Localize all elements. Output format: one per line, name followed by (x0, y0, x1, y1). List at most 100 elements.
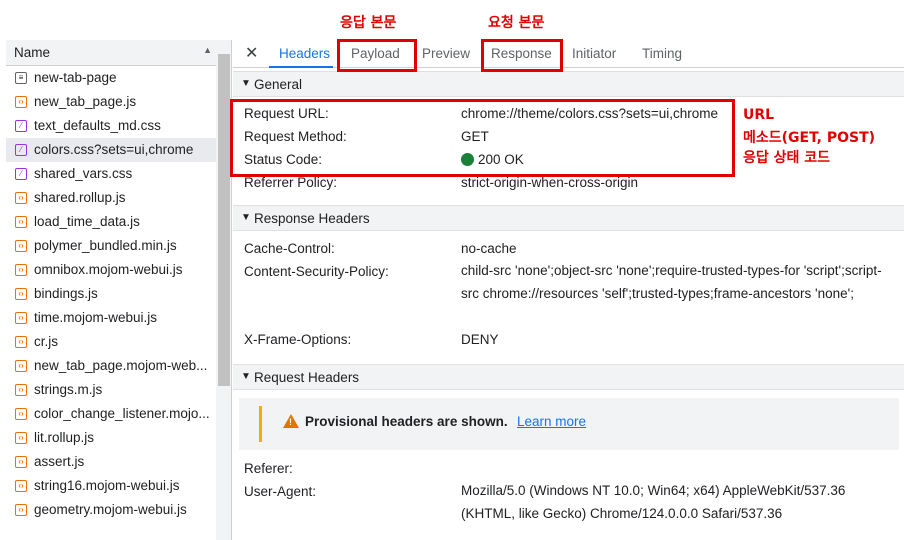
referrer-policy-key: Referrer Policy: (244, 175, 338, 190)
request-headers-title: Request Headers (254, 370, 360, 385)
file-name: assert.js (34, 454, 85, 469)
list-item[interactable]: ‹› new_tab_page.js (6, 90, 216, 114)
tab-headers[interactable]: Headers (279, 46, 330, 61)
tab-initiator[interactable]: Initiator (572, 46, 616, 61)
file-name: shared.rollup.js (34, 190, 126, 205)
triangle-down-icon: ▼ (241, 371, 251, 382)
provisional-headers-notice: ! Provisional headers are shown. Learn m… (239, 398, 899, 450)
x-frame-options-value: DENY (461, 332, 499, 347)
file-name: lit.rollup.js (34, 430, 95, 445)
list-item[interactable]: ‹› time.mojom-webui.js (6, 306, 216, 330)
list-item[interactable]: ‹› string16.mojom-webui.js (6, 474, 216, 498)
list-item[interactable]: ‹› cr.js (6, 330, 216, 354)
document-icon: ≡ (15, 72, 27, 84)
list-item[interactable]: ‹› omnibox.mojom-webui.js (6, 258, 216, 282)
csp-value: child-src 'none';object-src 'none';requi… (461, 263, 882, 301)
sort-up-icon[interactable]: ▲ (203, 45, 212, 55)
request-list-panel: Name ▲ ≡ new-tab-page ‹› new_tab_page.js ⁄ te… (6, 40, 232, 540)
referrer-policy-value: strict-origin-when-cross-origin (461, 175, 639, 190)
file-name: cr.js (34, 334, 59, 349)
request-url-value: chrome://theme/colors.css?sets=ui,chrome (461, 106, 718, 121)
file-list: ≡ new-tab-page ‹› new_tab_page.js ⁄ text_defa… (6, 66, 216, 522)
annotation-response-body: 응답 본문 (340, 15, 397, 31)
name-column-header[interactable]: Name ▲ (6, 40, 216, 66)
tab-preview[interactable]: Preview (422, 46, 470, 61)
list-item[interactable]: ‹› polymer_bundled.min.js (6, 234, 216, 258)
list-item[interactable]: ‹› color_change_listener.mojo... (6, 402, 216, 426)
list-item[interactable]: ‹› load_time_data.js (6, 210, 216, 234)
tab-payload[interactable]: Payload (351, 46, 400, 61)
file-name: colors.css?sets=ui,chrome (34, 142, 194, 157)
cache-control-key: Cache-Control: (244, 241, 335, 256)
script-icon: ‹› (15, 216, 27, 228)
learn-more-link[interactable]: Learn more (517, 414, 586, 429)
tab-response[interactable]: Response (491, 46, 552, 61)
triangle-down-icon: ▼ (241, 212, 251, 223)
list-item[interactable]: ‹› bindings.js (6, 282, 216, 306)
cache-control-value: no-cache (461, 241, 517, 256)
file-name: geometry.mojom-webui.js (34, 502, 187, 517)
file-name: bindings.js (34, 286, 98, 301)
list-item[interactable]: ‹› strings.m.js (6, 378, 216, 402)
file-name: polymer_bundled.min.js (34, 238, 177, 253)
annotation-method: 메소드(GET, POST) (743, 130, 876, 146)
script-icon: ‹› (15, 264, 27, 276)
stylesheet-icon: ⁄ (15, 168, 27, 180)
provisional-headers-text: Provisional headers are shown. (305, 414, 508, 429)
general-section-header[interactable]: ▼ General (233, 71, 904, 97)
user-agent-value: Mozilla/5.0 (Windows NT 10.0; Win64; x64… (461, 483, 846, 521)
file-name: shared_vars.css (34, 166, 133, 181)
script-icon: ‹› (15, 360, 27, 372)
request-url-key: Request URL: (244, 106, 329, 121)
file-name: string16.mojom-webui.js (34, 478, 180, 493)
file-name: omnibox.mojom-webui.js (34, 262, 183, 277)
csp-key: Content-Security-Policy: (244, 264, 389, 279)
user-agent-key: User-Agent: (244, 484, 317, 499)
file-name: time.mojom-webui.js (34, 310, 158, 325)
script-icon: ‹› (15, 240, 27, 252)
file-name: load_time_data.js (34, 214, 140, 229)
request-detail-panel: ✕ Headers Payload Preview Response Initi… (233, 40, 904, 540)
list-item[interactable]: ‹› geometry.mojom-webui.js (6, 498, 216, 522)
file-name: new_tab_page.js (34, 94, 137, 109)
scrollbar-thumb[interactable] (218, 54, 230, 386)
status-ok-icon (461, 153, 474, 166)
list-item[interactable]: ≡ new-tab-page (6, 66, 216, 90)
script-icon: ‹› (15, 504, 27, 516)
list-item[interactable]: ‹› new_tab_page.mojom-web... (6, 354, 216, 378)
script-icon: ‹› (15, 384, 27, 396)
close-icon[interactable]: ✕ (245, 43, 258, 63)
script-icon: ‹› (15, 336, 27, 348)
list-item[interactable]: ‹› lit.rollup.js (6, 426, 216, 450)
active-tab-indicator (269, 66, 333, 68)
tab-timing[interactable]: Timing (642, 46, 682, 61)
stylesheet-icon: ⁄ (15, 120, 27, 132)
list-item[interactable]: ⁄ shared_vars.css (6, 162, 216, 186)
list-item[interactable]: ‹› shared.rollup.js (6, 186, 216, 210)
file-name: color_change_listener.mojo... (34, 406, 210, 421)
script-icon: ‹› (15, 192, 27, 204)
request-method-key: Request Method: (244, 129, 347, 144)
list-item[interactable]: ‹› assert.js (6, 450, 216, 474)
x-frame-options-key: X-Frame-Options: (244, 332, 352, 347)
script-icon: ‹› (15, 480, 27, 492)
script-icon: ‹› (15, 312, 27, 324)
warning-icon-mark: ! (289, 417, 292, 427)
file-name: new-tab-page (34, 70, 117, 85)
list-item[interactable]: ⁄ text_defaults_md.css (6, 114, 216, 138)
status-code-key: Status Code: (244, 152, 323, 167)
notice-accent-bar (259, 406, 262, 442)
request-headers-section-header[interactable]: ▼ Request Headers (233, 364, 904, 390)
status-code-text: 200 OK (478, 152, 524, 167)
response-headers-section-header[interactable]: ▼ Response Headers (233, 205, 904, 231)
file-name: text_defaults_md.css (34, 118, 161, 133)
file-name: strings.m.js (34, 382, 103, 397)
detail-tab-bar: ✕ Headers Payload Preview Response Initi… (233, 40, 904, 68)
name-column-label: Name (14, 45, 51, 60)
status-code-value: 200 OK (461, 152, 524, 167)
annotation-status-code: 응답 상태 코드 (743, 150, 831, 166)
script-icon: ‹› (15, 456, 27, 468)
annotation-url: URL (743, 107, 775, 123)
general-section-title: General (254, 77, 303, 92)
list-item[interactable]: ⁄ colors.css?sets=ui,chrome (6, 138, 216, 162)
